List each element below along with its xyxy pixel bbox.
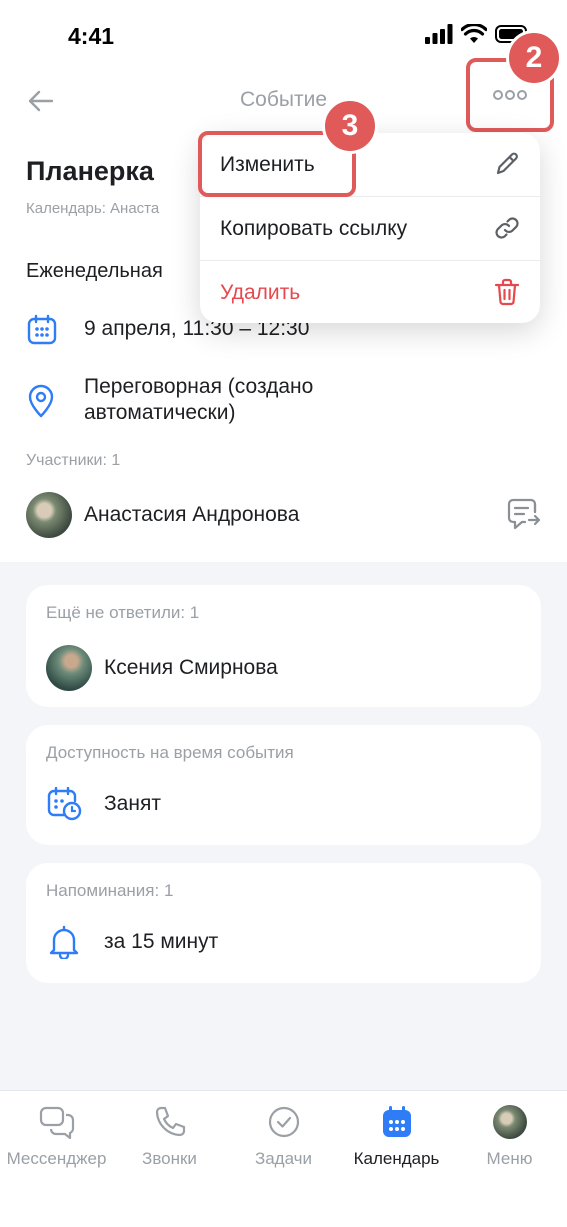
tab-calendar[interactable]: Календарь [340,1105,453,1169]
invitee-name: Ксения Смирнова [104,656,278,679]
event-title: Планерка [26,156,154,186]
trash-icon [494,278,520,306]
calendar-icon [382,1106,411,1137]
availability-row: Занят [46,787,161,821]
avatar [492,1105,527,1139]
tab-label: Мессенджер [6,1149,107,1168]
wifi-icon [461,24,487,43]
avatar [26,492,72,538]
event-location-row: Переговорная (создано автоматически) [26,374,404,426]
availability-value: Занят [104,792,161,815]
step-badge-2: 2 [506,30,562,86]
availability-card[interactable]: Доступность на время события Занят [26,725,541,845]
more-dots-icon [493,90,527,100]
location-pin-icon [28,384,54,418]
availability-label: Доступность на время события [46,743,294,762]
link-icon [495,217,519,239]
calendar-clock-icon [47,787,82,821]
avatar [46,645,92,691]
menu-item-label: Копировать ссылку [220,217,408,240]
check-circle-icon [268,1106,299,1138]
menu-item-copy-link[interactable]: Копировать ссылку [200,197,540,260]
message-icon[interactable] [505,498,541,530]
reminders-card[interactable]: Напоминания: 1 за 15 минут [26,863,541,983]
menu-item-label: Удалить [220,281,301,304]
tab-label: Меню [486,1149,533,1168]
tab-messenger[interactable]: Мессенджер [0,1105,113,1169]
calendar-icon [27,314,57,345]
event-location: Переговорная (создано автоматически) [84,375,314,424]
step-badge-3: 3 [322,98,378,154]
pencil-icon [496,152,518,175]
tab-menu[interactable]: Меню [453,1105,566,1169]
not-answered-label: Ещё не ответили: 1 [46,603,200,622]
event-recurrence: Еженедельная [26,260,163,282]
event-calendar: Календарь: Анаста [26,200,160,217]
participants-label: Участники: 1 [26,452,121,469]
tab-calls[interactable]: Звонки [113,1105,226,1169]
not-answered-card: Ещё не ответили: 1 Ксения Смирнова [26,585,541,707]
signal-icon [425,24,453,44]
participant-name: Анастасия Андронова [84,503,300,526]
reminder-row: за 15 минут [46,925,218,959]
reminder-value: за 15 минут [104,930,219,953]
tab-label: Звонки [142,1149,197,1168]
menu-item-delete[interactable]: Удалить [200,261,540,324]
chat-icon [39,1106,74,1139]
status-time: 4:41 [68,23,115,49]
participant-row[interactable]: Анастасия Андронова [26,490,541,540]
invitee-row[interactable]: Ксения Смирнова [46,645,278,691]
tab-label: Задачи [254,1149,313,1168]
phone-icon [155,1106,185,1137]
tab-tasks[interactable]: Задачи [227,1105,340,1169]
bell-icon [49,925,79,959]
reminders-label: Напоминания: 1 [46,881,174,900]
bottom-tab-bar: Мессенджер Звонки Задачи Календарь Меню [0,1090,567,1227]
tab-label: Календарь [353,1149,440,1168]
